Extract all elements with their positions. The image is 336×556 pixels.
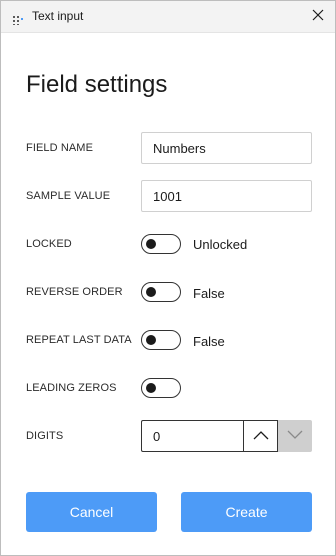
digits-stepper: 0: [141, 420, 312, 452]
title-bar: Text input: [1, 1, 335, 33]
locked-label: LOCKED: [26, 238, 72, 250]
locked-state-text: Unlocked: [193, 237, 248, 252]
reverse-order-label: REVERSE ORDER: [26, 286, 123, 298]
grid-dots-icon: [13, 12, 23, 25]
sample-value-input[interactable]: 1001: [141, 180, 312, 212]
repeat-last-data-state-text: False: [193, 334, 225, 349]
repeat-last-data-toggle[interactable]: [141, 330, 181, 350]
field-name-input[interactable]: Numbers: [141, 132, 312, 164]
decrement-button[interactable]: [278, 420, 312, 452]
toggle-knob: [146, 383, 156, 393]
chevron-up-icon: [253, 427, 269, 445]
increment-button[interactable]: [243, 420, 278, 452]
cancel-button[interactable]: Cancel: [26, 492, 157, 532]
close-icon: [312, 8, 324, 26]
sample-value-label: SAMPLE VALUE: [26, 190, 111, 202]
toggle-knob: [146, 287, 156, 297]
digits-label: DIGITS: [26, 430, 64, 442]
page-title: Field settings: [26, 71, 168, 98]
close-button[interactable]: [301, 1, 335, 32]
toggle-knob: [146, 335, 156, 345]
locked-toggle[interactable]: [141, 234, 181, 254]
leading-zeros-label: LEADING ZEROS: [26, 382, 117, 394]
repeat-last-data-label: REPEAT LAST DATA: [26, 334, 132, 346]
dialog-window: Text input Field settings FIELD NAME Num…: [0, 0, 336, 556]
reverse-order-state-text: False: [193, 286, 225, 301]
reverse-order-toggle[interactable]: [141, 282, 181, 302]
digits-input[interactable]: 0: [141, 420, 244, 452]
window-title: Text input: [32, 9, 84, 23]
field-name-label: FIELD NAME: [26, 142, 94, 154]
leading-zeros-toggle[interactable]: [141, 378, 181, 398]
create-button[interactable]: Create: [181, 492, 312, 532]
chevron-down-icon: [287, 427, 303, 445]
toggle-knob: [146, 239, 156, 249]
